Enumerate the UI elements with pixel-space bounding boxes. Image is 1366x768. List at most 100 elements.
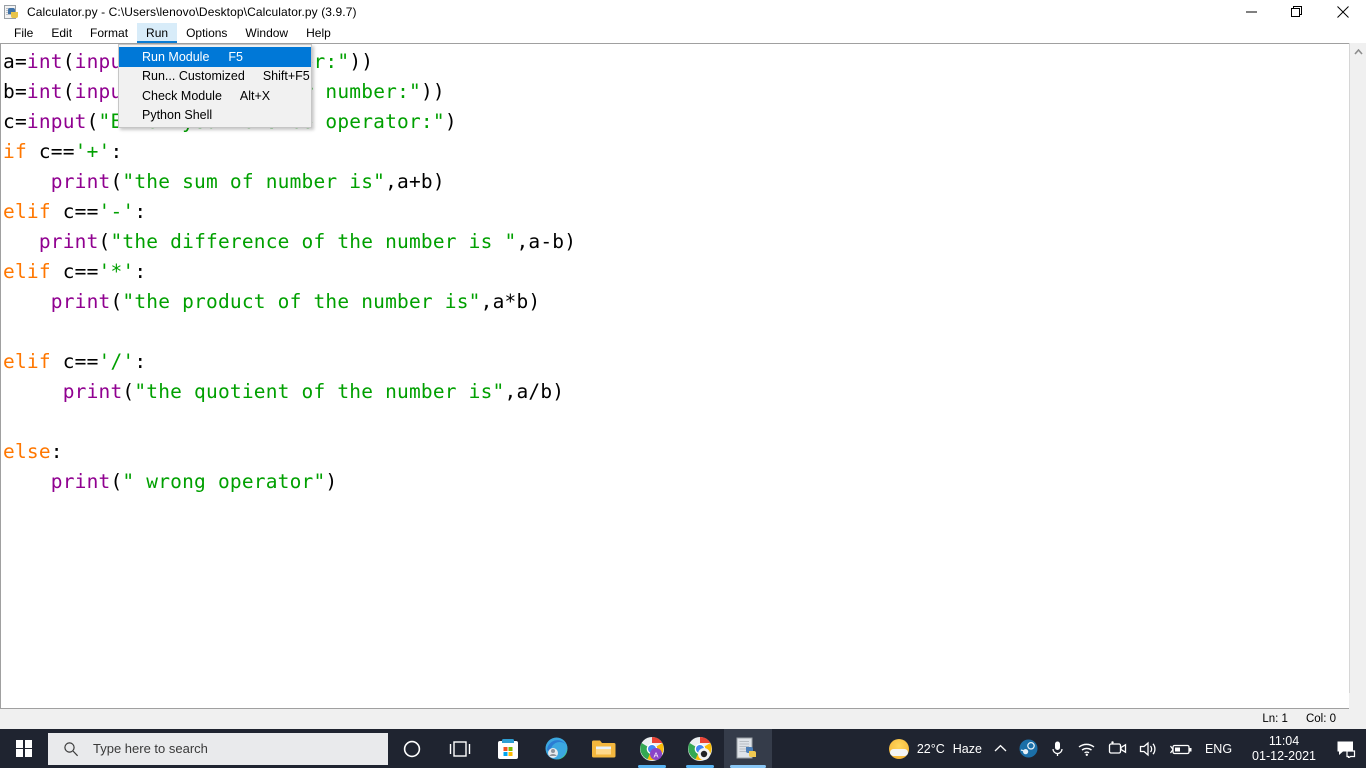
code-token: (: [110, 470, 123, 493]
microsoft-edge-icon[interactable]: [532, 729, 580, 768]
menu-item-label: Run... Customized: [142, 69, 245, 84]
task-view-icon[interactable]: [436, 729, 484, 768]
minimize-button[interactable]: [1228, 0, 1274, 23]
microphone-icon[interactable]: [1044, 729, 1071, 768]
code-line: print("the sum of number is",a+b): [3, 167, 1333, 197]
code-token: ): [325, 470, 338, 493]
code-text[interactable]: a=int(input("Enter a number:"))b=int(inp…: [3, 44, 1333, 708]
volume-icon[interactable]: [1133, 729, 1164, 768]
code-token: :: [50, 440, 63, 463]
restore-button[interactable]: [1274, 0, 1320, 23]
start-button[interactable]: [0, 729, 48, 768]
menu-item-python-shell[interactable]: Python Shell: [119, 106, 311, 126]
menu-item-label: Python Shell: [142, 108, 213, 123]
code-line: else:: [3, 437, 1333, 467]
code-token: (: [98, 230, 111, 253]
code-token: '-': [98, 200, 135, 223]
code-token: if: [3, 140, 27, 163]
menubar: File Edit Format Run Options Window Help: [0, 23, 1366, 44]
code-token: int: [26, 80, 63, 103]
code-token: ): [444, 110, 457, 133]
clock-time: 11:04: [1268, 733, 1300, 748]
desktop-root: Calculator.py - C:\Users\lenovo\Desktop\…: [0, 0, 1366, 768]
chrome-icon[interactable]: [676, 729, 724, 768]
wifi-icon[interactable]: [1071, 729, 1102, 768]
menu-format[interactable]: Format: [81, 23, 137, 43]
steam-icon[interactable]: [1013, 729, 1044, 768]
code-token: "the sum of number is": [122, 170, 386, 193]
code-token: print: [50, 170, 111, 193]
code-token: print: [50, 290, 111, 313]
window-controls: [1228, 0, 1366, 23]
weather-temperature: 22°C: [916, 741, 945, 756]
microsoft-store-icon[interactable]: [484, 729, 532, 768]
code-token: b=: [3, 80, 27, 103]
taskbar-clock[interactable]: 11:04 01-12-2021: [1238, 734, 1326, 764]
python-idle-icon[interactable]: [724, 729, 772, 768]
code-token: '/': [98, 350, 135, 373]
language-indicator[interactable]: ENG: [1199, 729, 1238, 768]
status-column-number: Col: 0: [1305, 713, 1336, 725]
file-explorer-icon[interactable]: [580, 729, 628, 768]
code-line: print("the quotient of the number is",a/…: [3, 377, 1333, 407]
menu-item-run-customized[interactable]: Run... Customized Shift+F5: [119, 67, 311, 87]
status-line-number: Ln: 1: [1262, 713, 1288, 725]
code-line: if c=='+':: [3, 137, 1333, 167]
code-token: (: [62, 50, 75, 73]
close-button[interactable]: [1320, 0, 1366, 23]
code-token: (: [86, 110, 99, 133]
menu-edit[interactable]: Edit: [42, 23, 81, 43]
code-token: elif: [3, 350, 51, 373]
scrollbar-corner: [1349, 693, 1366, 709]
notification-center-icon[interactable]: [1326, 729, 1366, 768]
code-token: "the difference of the number is ": [110, 230, 517, 253]
scroll-up-arrow-icon[interactable]: [1350, 43, 1366, 60]
taskbar-weather-widget[interactable]: 22°C Haze: [879, 738, 988, 759]
search-icon: [63, 741, 79, 757]
menu-item-label: Run Module: [142, 49, 210, 64]
menu-item-shortcut: Shift+F5: [262, 69, 310, 84]
menu-item-check-module[interactable]: Check Module Alt+X: [119, 86, 311, 106]
menu-options[interactable]: Options: [177, 23, 236, 43]
svg-text:A: A: [653, 750, 658, 759]
cortana-icon[interactable]: [388, 729, 436, 768]
vertical-scrollbar[interactable]: [1349, 43, 1366, 693]
code-token: elif: [3, 260, 51, 283]
code-line: elif c=='-':: [3, 197, 1333, 227]
code-token: "the quotient of the number is": [134, 380, 505, 403]
code-line: print(" wrong operator"): [3, 467, 1333, 497]
code-token: (: [110, 290, 123, 313]
code-token: elif: [3, 200, 51, 223]
windows-logo-icon: [15, 740, 33, 757]
menu-file[interactable]: File: [5, 23, 42, 43]
battery-icon[interactable]: [1164, 729, 1199, 768]
code-token: ,a/b): [504, 380, 565, 403]
code-editor[interactable]: a=int(input("Enter a number:"))b=int(inp…: [0, 43, 1366, 709]
code-line: print("the difference of the number is "…: [3, 227, 1333, 257]
code-token: '+': [74, 140, 111, 163]
taskbar-search-box[interactable]: Type here to search: [48, 732, 388, 765]
menu-window[interactable]: Window: [236, 23, 297, 43]
code-token: :: [134, 200, 147, 223]
show-hidden-icons-button[interactable]: [988, 729, 1013, 768]
code-token: print: [38, 230, 99, 253]
clock-date: 01-12-2021: [1252, 748, 1316, 763]
chrome-icon[interactable]: A: [628, 729, 676, 768]
code-token: (: [122, 380, 135, 403]
camera-icon[interactable]: [1102, 729, 1133, 768]
weather-haze-icon: [888, 738, 909, 759]
menu-item-run-module[interactable]: Run Module F5: [119, 47, 311, 67]
menu-help[interactable]: Help: [297, 23, 340, 43]
code-token: else: [3, 440, 51, 463]
menu-run[interactable]: Run: [137, 23, 178, 44]
code-token: ,a*b): [480, 290, 541, 313]
code-token: (: [110, 170, 123, 193]
code-token: ,a-b): [516, 230, 577, 253]
code-token: input: [26, 110, 87, 133]
window-title: Calculator.py - C:\Users\lenovo\Desktop\…: [27, 4, 357, 19]
code-line: elif c=='/':: [3, 347, 1333, 377]
run-dropdown-menu[interactable]: Run Module F5 Run... Customized Shift+F5…: [118, 44, 312, 128]
